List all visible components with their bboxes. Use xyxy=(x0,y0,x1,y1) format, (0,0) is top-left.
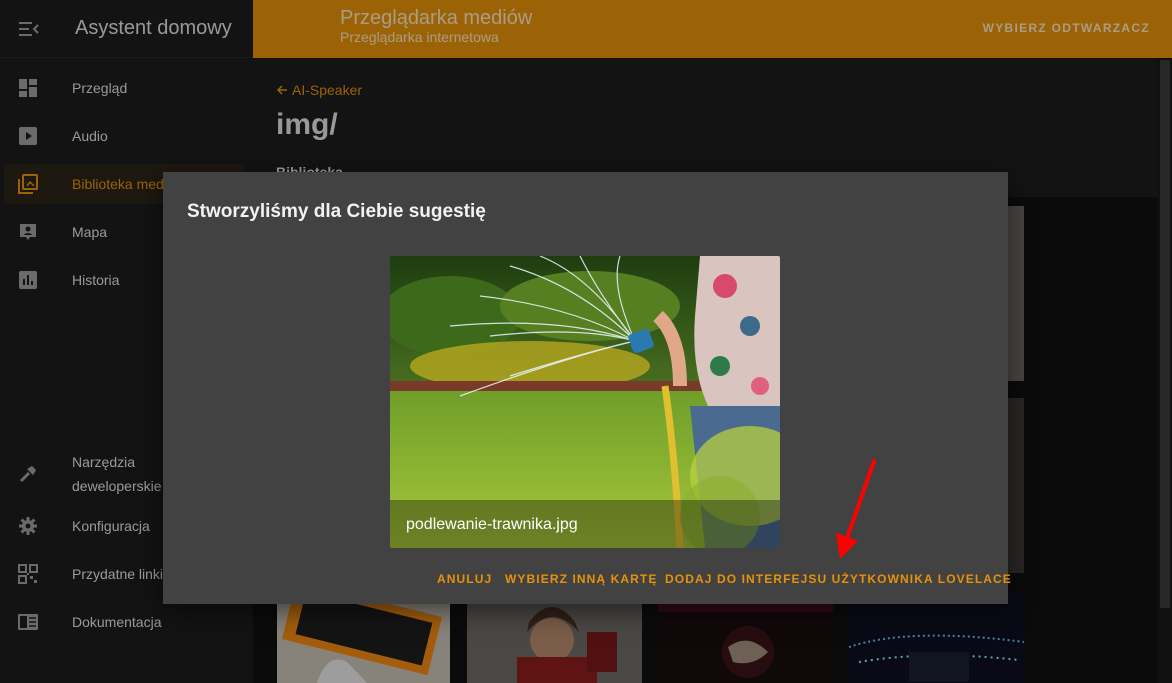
cancel-button[interactable]: ANULUJ xyxy=(437,572,492,586)
image-filename: podlewanie-trawnika.jpg xyxy=(406,516,578,533)
add-to-lovelace-button[interactable]: DODAJ DO INTERFEJSU UŻYTKOWNIKA LOVELACE xyxy=(665,572,1012,586)
pick-other-card-button[interactable]: WYBIERZ INNĄ KARTĘ xyxy=(505,572,657,586)
annotation-arrow-icon xyxy=(836,459,876,559)
image-caption: podlewanie-trawnika.jpg xyxy=(390,500,780,548)
image-preview: podlewanie-trawnika.jpg xyxy=(390,256,780,548)
dialog-title: Stworzyliśmy dla Ciebie sugestię xyxy=(187,201,486,222)
